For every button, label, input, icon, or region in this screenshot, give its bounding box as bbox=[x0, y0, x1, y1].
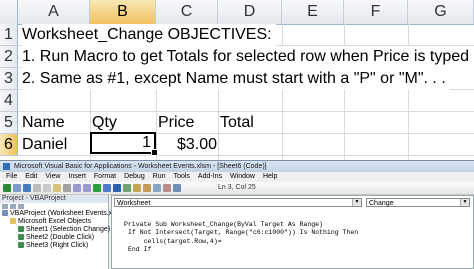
paste-icon[interactable] bbox=[53, 184, 61, 192]
menu-window[interactable]: Window bbox=[226, 172, 259, 182]
row-header-3[interactable]: 3 bbox=[0, 68, 18, 90]
cell-a3[interactable]: 2. Same as #1, except Name must start wi… bbox=[22, 68, 450, 90]
sheet-icon bbox=[18, 234, 24, 241]
column-header-c[interactable]: C bbox=[156, 0, 218, 24]
cell-a2[interactable]: 1. Run Macro to get Totals for selected … bbox=[22, 46, 474, 68]
sheet-icon bbox=[18, 226, 24, 233]
save-icon[interactable] bbox=[23, 184, 31, 192]
tree-item-excel-objects[interactable]: Microsoft Excel Objects bbox=[0, 218, 108, 226]
menu-format[interactable]: Format bbox=[90, 172, 120, 182]
tree-item-sheet3[interactable]: Sheet3 (Right Click) bbox=[0, 242, 108, 250]
menu-help[interactable]: Help bbox=[259, 172, 281, 182]
procedure-dropdown-value: Change bbox=[369, 200, 394, 207]
column-headers: A B C D E F G bbox=[0, 0, 474, 25]
vba-editor-window: Microsoft Visual Basic for Applications … bbox=[0, 160, 474, 269]
cell-c6[interactable]: $3.00 bbox=[177, 134, 217, 156]
code-line: cells(target.Row,4)= bbox=[128, 237, 222, 245]
cell-a5[interactable]: Name bbox=[22, 112, 65, 134]
find-icon[interactable] bbox=[63, 184, 71, 192]
break-icon[interactable] bbox=[103, 184, 111, 192]
object-dropdown-value: Worksheet bbox=[117, 200, 151, 207]
column-header-g[interactable]: G bbox=[408, 0, 474, 24]
column-header-d[interactable]: D bbox=[218, 0, 282, 24]
tree-item-sheet1[interactable]: Sheet1 (Selection Change) bbox=[0, 226, 111, 234]
code-window[interactable]: Worksheet ▼ Change ▼ Private Sub Workshe… bbox=[111, 195, 474, 269]
toolbox-icon[interactable] bbox=[163, 184, 171, 192]
chevron-down-icon: ▼ bbox=[460, 199, 469, 206]
column-header-a[interactable]: A bbox=[18, 0, 90, 24]
vbe-title: Microsoft Visual Basic for Applications … bbox=[14, 163, 267, 170]
code-line: Private Sub Worksheet_Change(ByVal Targe… bbox=[124, 221, 323, 229]
vbe-menubar: File Edit View Insert Format Debug Run T… bbox=[0, 172, 474, 182]
cut-icon[interactable] bbox=[33, 184, 41, 192]
row-header-2[interactable]: 2 bbox=[0, 46, 18, 68]
menu-debug[interactable]: Debug bbox=[120, 172, 149, 182]
properties-icon[interactable] bbox=[143, 184, 151, 192]
tree-item-sheet2[interactable]: Sheet2 (Double Click) bbox=[0, 234, 108, 242]
row-header-4[interactable]: 4 bbox=[0, 90, 18, 112]
tree-label: VBAProject (Worksheet Events.xl bbox=[10, 210, 114, 217]
menu-add-ins[interactable]: Add-Ins bbox=[194, 172, 226, 182]
cell-d5[interactable]: Total bbox=[220, 112, 254, 134]
cell-a1[interactable]: Worksheet_Change OBJECTIVES: bbox=[22, 24, 276, 46]
insert-module-icon[interactable] bbox=[13, 184, 21, 192]
project-explorer: Project - VBAProject VBAProject (Workshe… bbox=[0, 195, 114, 269]
cell-b5[interactable]: Qty bbox=[92, 112, 117, 134]
cell-a6[interactable]: Daniel bbox=[22, 134, 67, 156]
tree-label: Microsoft Excel Objects bbox=[18, 218, 92, 225]
copy-icon[interactable] bbox=[43, 184, 51, 192]
code-line: End If bbox=[128, 245, 152, 253]
vbe-app-icon bbox=[3, 163, 10, 170]
undo-icon[interactable] bbox=[73, 184, 81, 192]
row-header-6[interactable]: 6 bbox=[0, 134, 18, 156]
excel-sheet: A B C D E F G 1 2 3 4 5 6 Worksheet_Chan… bbox=[0, 0, 474, 160]
sheet-icon bbox=[18, 242, 24, 249]
toggle-folders-icon[interactable] bbox=[18, 204, 24, 209]
project-explorer-icon[interactable] bbox=[133, 184, 141, 192]
menu-insert[interactable]: Insert bbox=[64, 172, 90, 182]
vbe-titlebar: Microsoft Visual Basic for Applications … bbox=[0, 161, 474, 172]
cell-c5[interactable]: Price bbox=[158, 112, 194, 134]
excel-view-icon[interactable] bbox=[3, 184, 11, 192]
view-code-icon[interactable] bbox=[2, 204, 8, 209]
column-header-b[interactable]: B bbox=[90, 0, 156, 24]
column-header-f[interactable]: F bbox=[344, 0, 408, 24]
run-icon[interactable] bbox=[93, 184, 101, 192]
select-all-corner[interactable] bbox=[0, 0, 18, 24]
code-editor[interactable]: Private Sub Worksheet_Change(ByVal Targe… bbox=[124, 213, 358, 269]
object-browser-icon[interactable] bbox=[153, 184, 161, 192]
tree-label: Sheet2 (Double Click) bbox=[26, 234, 95, 241]
cell-b6-value: 1 bbox=[142, 134, 151, 151]
procedure-dropdown[interactable]: Change ▼ bbox=[366, 198, 470, 207]
redo-icon[interactable] bbox=[83, 184, 91, 192]
menu-edit[interactable]: Edit bbox=[21, 172, 41, 182]
code-line: If Not Intersect(Target, Range("c6:c1000… bbox=[128, 229, 359, 237]
row-headers: 1 2 3 4 5 6 bbox=[0, 24, 18, 156]
view-object-icon[interactable] bbox=[10, 204, 16, 209]
tree-label: Sheet3 (Right Click) bbox=[26, 242, 89, 249]
menu-tools[interactable]: Tools bbox=[170, 172, 194, 182]
project-panel-buttons bbox=[0, 203, 108, 210]
vbe-toolbar: Ln 3, Col 25 bbox=[0, 182, 474, 195]
project-icon bbox=[2, 210, 8, 217]
tree-label: Sheet1 (Selection Change) bbox=[26, 226, 111, 233]
menu-file[interactable]: File bbox=[2, 172, 21, 182]
chevron-down-icon: ▼ bbox=[352, 199, 361, 206]
row-header-5[interactable]: 5 bbox=[0, 112, 18, 134]
cursor-position: Ln 3, Col 25 bbox=[218, 184, 256, 191]
object-dropdown[interactable]: Worksheet ▼ bbox=[114, 198, 362, 207]
design-mode-icon[interactable] bbox=[123, 184, 131, 192]
column-header-e[interactable]: E bbox=[282, 0, 344, 24]
menu-view[interactable]: View bbox=[41, 172, 64, 182]
fill-handle[interactable] bbox=[151, 149, 158, 156]
reset-icon[interactable] bbox=[113, 184, 121, 192]
folder-icon bbox=[10, 218, 16, 225]
menu-run[interactable]: Run bbox=[149, 172, 170, 182]
row-header-1[interactable]: 1 bbox=[0, 24, 18, 46]
tree-item-vbaproject[interactable]: VBAProject (Worksheet Events.xl bbox=[0, 210, 114, 218]
help-icon[interactable] bbox=[173, 184, 181, 192]
selected-cell-b6[interactable]: 1 bbox=[90, 132, 158, 156]
project-panel-title: Project - VBAProject bbox=[0, 195, 108, 203]
cell-grid[interactable]: Worksheet_Change OBJECTIVES: 1. Run Macr… bbox=[18, 24, 474, 160]
